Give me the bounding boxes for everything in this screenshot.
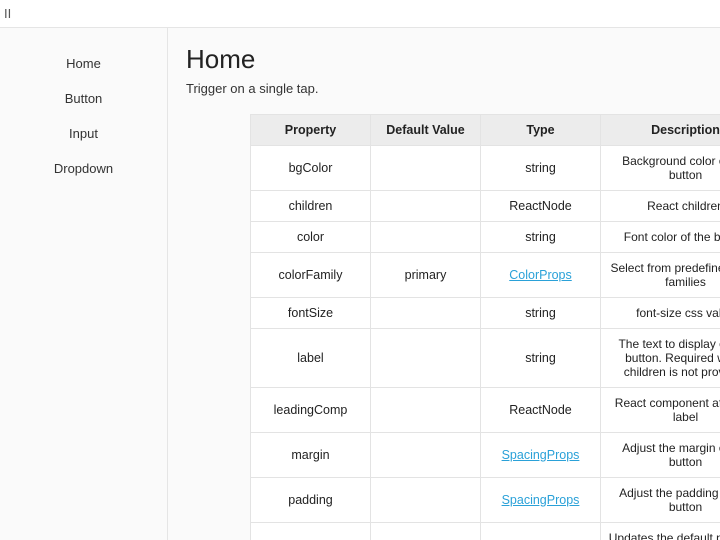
cell-description: font-size css value — [601, 298, 720, 329]
col-header-default: Default Value — [371, 115, 481, 146]
cell-property: leadingComp — [251, 388, 371, 433]
table-row: margin SpacingProps Adjust the margin of t… — [251, 433, 720, 478]
col-header-type: Type — [481, 115, 601, 146]
cell-description: Adjust the margin of the button — [601, 433, 720, 478]
sidebar-item-label: Button — [65, 91, 103, 106]
cell-property: padding — [251, 478, 371, 523]
cell-default — [371, 433, 481, 478]
sidebar-item-home[interactable]: Home — [0, 46, 167, 81]
cell-type: string — [481, 298, 601, 329]
cell-default — [371, 388, 481, 433]
cell-default — [371, 478, 481, 523]
page-description: Trigger on a single tap. — [186, 81, 720, 96]
sidebar-item-label: Dropdown — [54, 161, 113, 176]
type-link[interactable]: ColorProps — [509, 268, 572, 282]
cell-property: fontSize — [251, 298, 371, 329]
cell-description: React children — [601, 191, 720, 222]
sidebar-item-button[interactable]: Button — [0, 81, 167, 116]
cell-default — [371, 146, 481, 191]
cell-description: Adjust the padding of the button — [601, 478, 720, 523]
sidebar: Home Button Input Dropdown — [0, 28, 168, 540]
cell-type: SizeProps — [481, 523, 601, 540]
sidebar-item-label: Input — [69, 126, 98, 141]
cell-type: ReactNode — [481, 191, 601, 222]
cell-description: Updates the default padding, margin and … — [601, 523, 720, 540]
table-row: children ReactNodeReact children — [251, 191, 720, 222]
topbar-title-suffix: II — [4, 6, 11, 21]
main: Home Trigger on a single tap. Property D… — [168, 28, 720, 540]
cell-default — [371, 329, 481, 388]
cell-description: Font color of the button — [601, 222, 720, 253]
table-row: bgColor stringBackground color of the but… — [251, 146, 720, 191]
cell-type: ReactNode — [481, 388, 601, 433]
cell-description: Select from predefined color families — [601, 253, 720, 298]
type-link[interactable]: SpacingProps — [502, 493, 580, 507]
cell-property: margin — [251, 433, 371, 478]
cell-default — [371, 191, 481, 222]
cell-property: label — [251, 329, 371, 388]
layout: Home Button Input Dropdown Home Trigger … — [0, 28, 720, 540]
col-header-description: Description — [601, 115, 720, 146]
cell-type: string — [481, 222, 601, 253]
cell-description: The text to display on the button. Requi… — [601, 329, 720, 388]
cell-default — [371, 222, 481, 253]
cell-property: bgColor — [251, 146, 371, 191]
table-row: label stringThe text to display on the bu… — [251, 329, 720, 388]
table-row: sizemSizePropsUpdates the default paddin… — [251, 523, 720, 540]
cell-description: Background color of the button — [601, 146, 720, 191]
cell-description: React component after the label — [601, 388, 720, 433]
cell-type: ColorProps — [481, 253, 601, 298]
table-row: leadingComp ReactNodeReact component afte… — [251, 388, 720, 433]
properties-table: Property Default Value Type Description … — [250, 114, 720, 540]
type-link[interactable]: SpacingProps — [502, 448, 580, 462]
sidebar-item-label: Home — [66, 56, 101, 71]
cell-property: colorFamily — [251, 253, 371, 298]
cell-type: SpacingProps — [481, 433, 601, 478]
table-row: colorFamilyprimary ColorProps Select from … — [251, 253, 720, 298]
topbar: II — [0, 0, 720, 28]
cell-type: SpacingProps — [481, 478, 601, 523]
cell-type: string — [481, 329, 601, 388]
sidebar-item-dropdown[interactable]: Dropdown — [0, 151, 167, 186]
cell-type: string — [481, 146, 601, 191]
cell-property: color — [251, 222, 371, 253]
col-header-property: Property — [251, 115, 371, 146]
cell-default: m — [371, 523, 481, 540]
cell-property: size — [251, 523, 371, 540]
page-title: Home — [186, 44, 720, 75]
table-row: color stringFont color of the button — [251, 222, 720, 253]
sidebar-item-input[interactable]: Input — [0, 116, 167, 151]
table-header-row: Property Default Value Type Description — [251, 115, 720, 146]
table-row: padding SpacingProps Adjust the padding of… — [251, 478, 720, 523]
properties-table-wrap: Property Default Value Type Description … — [186, 114, 720, 540]
cell-default: primary — [371, 253, 481, 298]
cell-property: children — [251, 191, 371, 222]
cell-default — [371, 298, 481, 329]
table-row: fontSize stringfont-size css value — [251, 298, 720, 329]
